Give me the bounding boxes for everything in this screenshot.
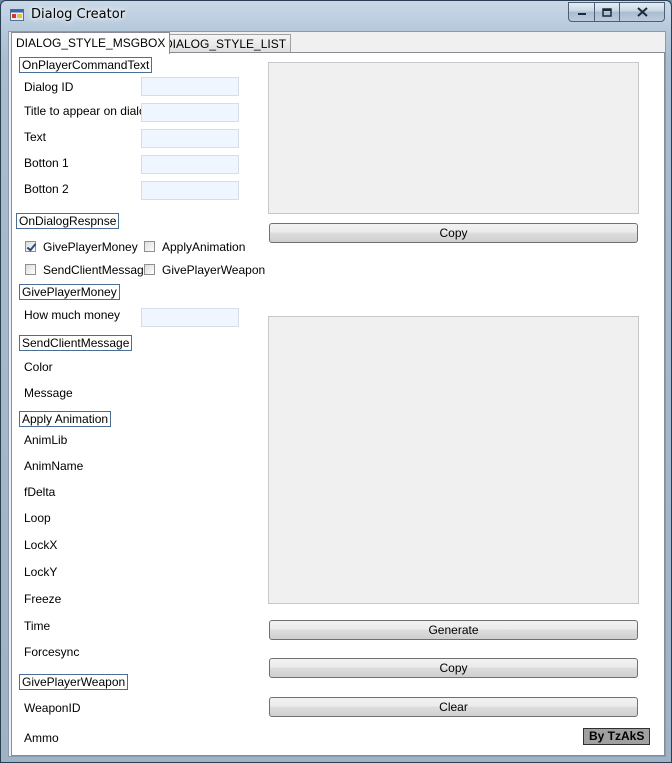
loop-label: Loop xyxy=(24,511,51,525)
animlib-label: AnimLib xyxy=(24,433,68,447)
generate-button[interactable]: Generate xyxy=(269,620,638,640)
app-icon xyxy=(10,9,24,21)
command-output-textbox[interactable] xyxy=(268,62,639,214)
clear-button[interactable]: Clear xyxy=(269,697,638,717)
maximize-icon xyxy=(602,7,612,17)
client-area: DIALOG_STYLE_MSGBOX DIALOG_STYLE_LIST On… xyxy=(8,31,666,757)
group-on-dialog-response: OnDialogRespnse xyxy=(16,213,120,229)
button1-label: Botton 1 xyxy=(24,156,69,170)
title-bar[interactable]: Dialog Creator xyxy=(1,1,671,31)
button2-input[interactable] xyxy=(141,181,239,200)
fdelta-label: fDelta xyxy=(24,485,56,499)
money-amount-input[interactable] xyxy=(141,308,239,327)
tab-dialog-style-list[interactable]: DIALOG_STYLE_LIST xyxy=(159,34,292,53)
group-apply-animation: Apply Animation xyxy=(19,411,112,427)
weaponid-label: WeaponID xyxy=(24,701,81,715)
group-send-client-message: SendClientMessage xyxy=(19,335,133,351)
minimize-icon xyxy=(577,13,586,15)
copy-command-button[interactable]: Copy xyxy=(269,223,638,243)
give-player-money-checkbox[interactable] xyxy=(25,241,36,252)
tab-panel-msgbox: OnPlayerCommandText Dialog ID Title to a… xyxy=(11,52,665,756)
close-button[interactable] xyxy=(619,2,665,22)
apply-animation-checkbox-label[interactable]: ApplyAnimation xyxy=(162,240,245,254)
button2-label: Botton 2 xyxy=(24,182,69,196)
color-label: Color xyxy=(24,360,53,374)
group-on-player-command-text: OnPlayerCommandText xyxy=(19,57,153,73)
ammo-label: Ammo xyxy=(24,731,59,745)
time-label: Time xyxy=(24,619,51,633)
send-client-message-checkbox[interactable] xyxy=(25,264,36,275)
dialog-id-label: Dialog ID xyxy=(24,80,74,94)
send-client-message-checkbox-label[interactable]: SendClientMessage xyxy=(43,263,150,277)
give-player-money-checkbox-label[interactable]: GivePlayerMoney xyxy=(43,240,138,254)
minimize-button[interactable] xyxy=(568,2,595,22)
window-controls xyxy=(568,2,665,22)
dialog-title-label: Title to appear on dialog xyxy=(24,104,153,118)
give-player-weapon-checkbox[interactable] xyxy=(144,264,155,275)
button1-input[interactable] xyxy=(141,155,239,174)
close-icon xyxy=(636,7,648,17)
give-player-weapon-checkbox-label[interactable]: GivePlayerWeapon xyxy=(162,263,265,277)
group-give-player-money: GivePlayerMoney xyxy=(19,284,120,300)
dialog-id-input[interactable] xyxy=(141,77,239,96)
window-title: Dialog Creator xyxy=(31,7,126,22)
group-give-player-weapon: GivePlayerWeapon xyxy=(19,674,129,690)
locky-label: LockY xyxy=(24,565,58,579)
author-credit: By TzAkS xyxy=(583,728,651,745)
response-output-textbox[interactable] xyxy=(268,316,639,604)
message-label: Message xyxy=(24,386,73,400)
lockx-label: LockX xyxy=(24,538,58,552)
apply-animation-checkbox[interactable] xyxy=(144,241,155,252)
dialog-creator-window: Dialog Creator DIALOG_STYLE_MSGBOX DIALO… xyxy=(0,0,672,763)
freeze-label: Freeze xyxy=(24,592,62,606)
money-amount-label: How much money xyxy=(24,308,121,322)
maximize-button[interactable] xyxy=(594,2,620,22)
dialog-text-input[interactable] xyxy=(141,129,239,148)
animname-label: AnimName xyxy=(24,459,84,473)
forcesync-label: Forcesync xyxy=(24,645,80,659)
dialog-title-input[interactable] xyxy=(141,103,239,122)
tab-dialog-style-msgbox[interactable]: DIALOG_STYLE_MSGBOX xyxy=(11,32,171,54)
dialog-text-label: Text xyxy=(24,130,47,144)
copy-response-button[interactable]: Copy xyxy=(269,658,638,678)
